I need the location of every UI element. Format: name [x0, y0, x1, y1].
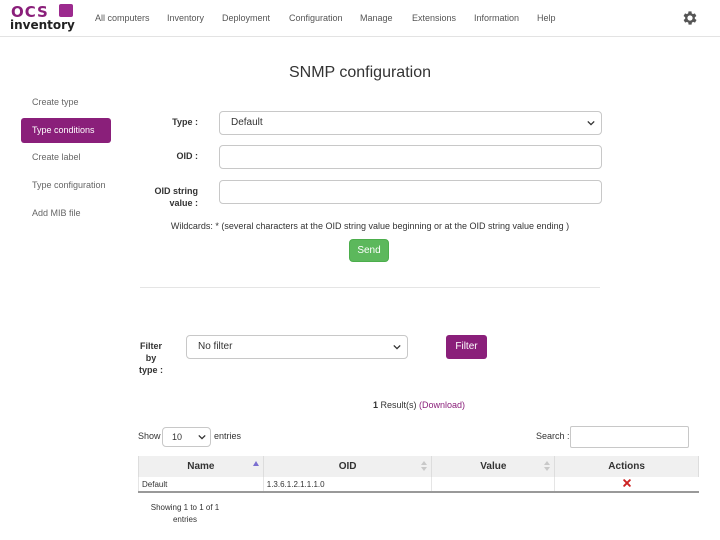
cell-oid: 1.3.6.1.2.1.1.1.0	[262, 477, 432, 493]
oid-string-value-input[interactable]	[219, 180, 602, 204]
column-header-name-label: Name	[187, 461, 215, 472]
filter-label-line-1: Filter	[139, 341, 162, 351]
cell-actions	[554, 477, 699, 493]
nav-help[interactable]: Help	[537, 13, 556, 23]
send-button[interactable]: Send	[349, 239, 389, 262]
oid-string-label-line-2: value :	[169, 198, 198, 208]
chevron-down-icon	[393, 344, 401, 350]
entries-label: entries	[214, 431, 242, 441]
column-header-name[interactable]: Name	[138, 456, 264, 477]
wildcards-help-text: Wildcards: * (several characters at the …	[170, 221, 570, 231]
chevron-down-icon	[198, 434, 206, 440]
snmp-conditions-table: Name OID Value Actions Default 1.3.6.1.2…	[138, 456, 699, 493]
results-summary: 1 Result(s) (Download)	[0, 400, 720, 410]
nav-all-computers[interactable]: All computers	[95, 13, 150, 23]
oid-string-value-label: OID string value :	[140, 185, 198, 209]
column-header-oid[interactable]: OID	[262, 456, 433, 477]
nav-configuration[interactable]: Configuration	[289, 13, 343, 23]
column-header-actions-label: Actions	[608, 461, 645, 472]
filter-button[interactable]: Filter	[446, 335, 487, 359]
show-entries-label: Show	[138, 431, 161, 441]
results-text: Result(s)	[377, 400, 419, 410]
logo-inventory-text: inventory	[10, 18, 75, 32]
nav-information[interactable]: Information	[474, 13, 519, 23]
nav-inventory[interactable]: Inventory	[167, 13, 204, 23]
top-navbar: OCS inventory All computers Inventory De…	[0, 0, 720, 37]
search-label: Search :	[536, 431, 570, 441]
type-select[interactable]: Default	[219, 111, 602, 135]
cell-name: Default	[138, 477, 264, 493]
nav-extensions[interactable]: Extensions	[412, 13, 456, 23]
gear-icon[interactable]	[681, 9, 699, 27]
column-header-value[interactable]: Value	[431, 456, 556, 477]
page-title: SNMP configuration	[289, 64, 431, 81]
ocs-inventory-logo[interactable]: OCS inventory	[9, 3, 75, 33]
sidebar-item-type-conditions[interactable]: Type conditions	[21, 118, 111, 143]
type-label: Type :	[172, 117, 198, 127]
download-link[interactable]: (Download)	[419, 400, 465, 410]
sidebar-item-create-type[interactable]: Create type	[21, 90, 111, 115]
oid-label: OID :	[176, 151, 199, 161]
sort-icon	[544, 461, 551, 471]
table-info-line-2: entries	[172, 515, 197, 524]
page-length-value: 10	[172, 432, 183, 442]
search-input[interactable]	[570, 426, 689, 448]
oid-input[interactable]	[219, 145, 602, 169]
nav-deployment[interactable]: Deployment	[222, 13, 270, 23]
nav-manage[interactable]: Manage	[360, 13, 393, 23]
delete-icon[interactable]	[623, 479, 631, 487]
sort-asc-icon	[252, 461, 259, 466]
chevron-down-icon	[587, 120, 595, 126]
oid-string-label-line-1: OID string	[154, 186, 198, 196]
cell-value	[431, 477, 555, 493]
sort-icon	[421, 461, 428, 471]
table-info: Showing 1 to 1 of 1 entries	[140, 502, 230, 526]
type-select-value: Default	[231, 117, 263, 128]
table-info-line-1: Showing 1 to 1 of 1	[150, 503, 220, 512]
filter-by-type-label: Filter by type :	[136, 340, 166, 376]
filter-label-line-3: type :	[138, 365, 163, 375]
page-length-select[interactable]: 10	[162, 427, 211, 447]
sidebar-item-type-configuration[interactable]: Type configuration	[21, 173, 111, 198]
sidebar-item-create-label[interactable]: Create label	[21, 145, 111, 170]
column-header-value-label: Value	[480, 461, 507, 472]
column-header-oid-label: OID	[338, 461, 357, 472]
table-row: Default 1.3.6.1.2.1.1.1.0	[138, 477, 699, 493]
filter-type-select-value: No filter	[198, 341, 233, 352]
filter-label-line-2: by	[145, 353, 157, 363]
logo-mark-icon	[59, 4, 73, 17]
filter-type-select[interactable]: No filter	[186, 335, 408, 359]
column-header-actions: Actions	[554, 456, 699, 477]
divider	[140, 287, 600, 288]
table-header-row: Name OID Value Actions	[138, 456, 699, 477]
